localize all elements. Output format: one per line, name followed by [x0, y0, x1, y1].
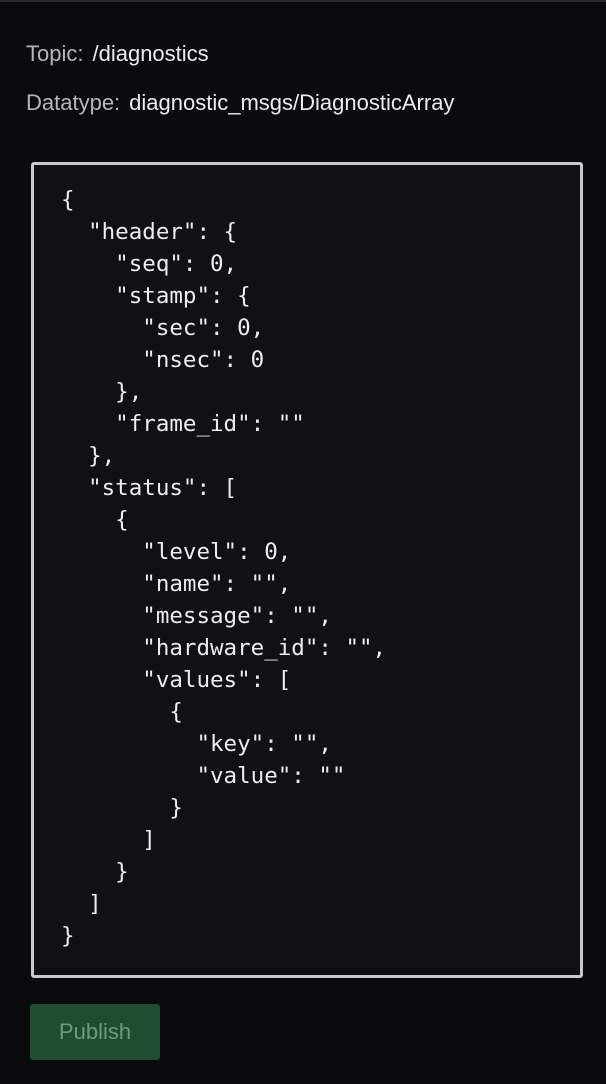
message-json-text[interactable]: { "header": { "seq": 0, "stamp": { "sec"… [34, 165, 580, 975]
datatype-row: Datatype: diagnostic_msgs/DiagnosticArray [26, 89, 454, 117]
topic-label: Topic: [26, 41, 84, 66]
publish-button[interactable]: Publish [30, 1004, 160, 1060]
publish-panel: Topic: /diagnostics Datatype: diagnostic_m… [0, 0, 606, 1084]
topic-value: /diagnostics [92, 41, 209, 66]
topic-row: Topic: /diagnostics [26, 40, 209, 68]
datatype-value: diagnostic_msgs/DiagnosticArray [129, 90, 455, 115]
datatype-label: Datatype: [26, 90, 121, 115]
message-editor[interactable]: { "header": { "seq": 0, "stamp": { "sec"… [31, 162, 583, 978]
